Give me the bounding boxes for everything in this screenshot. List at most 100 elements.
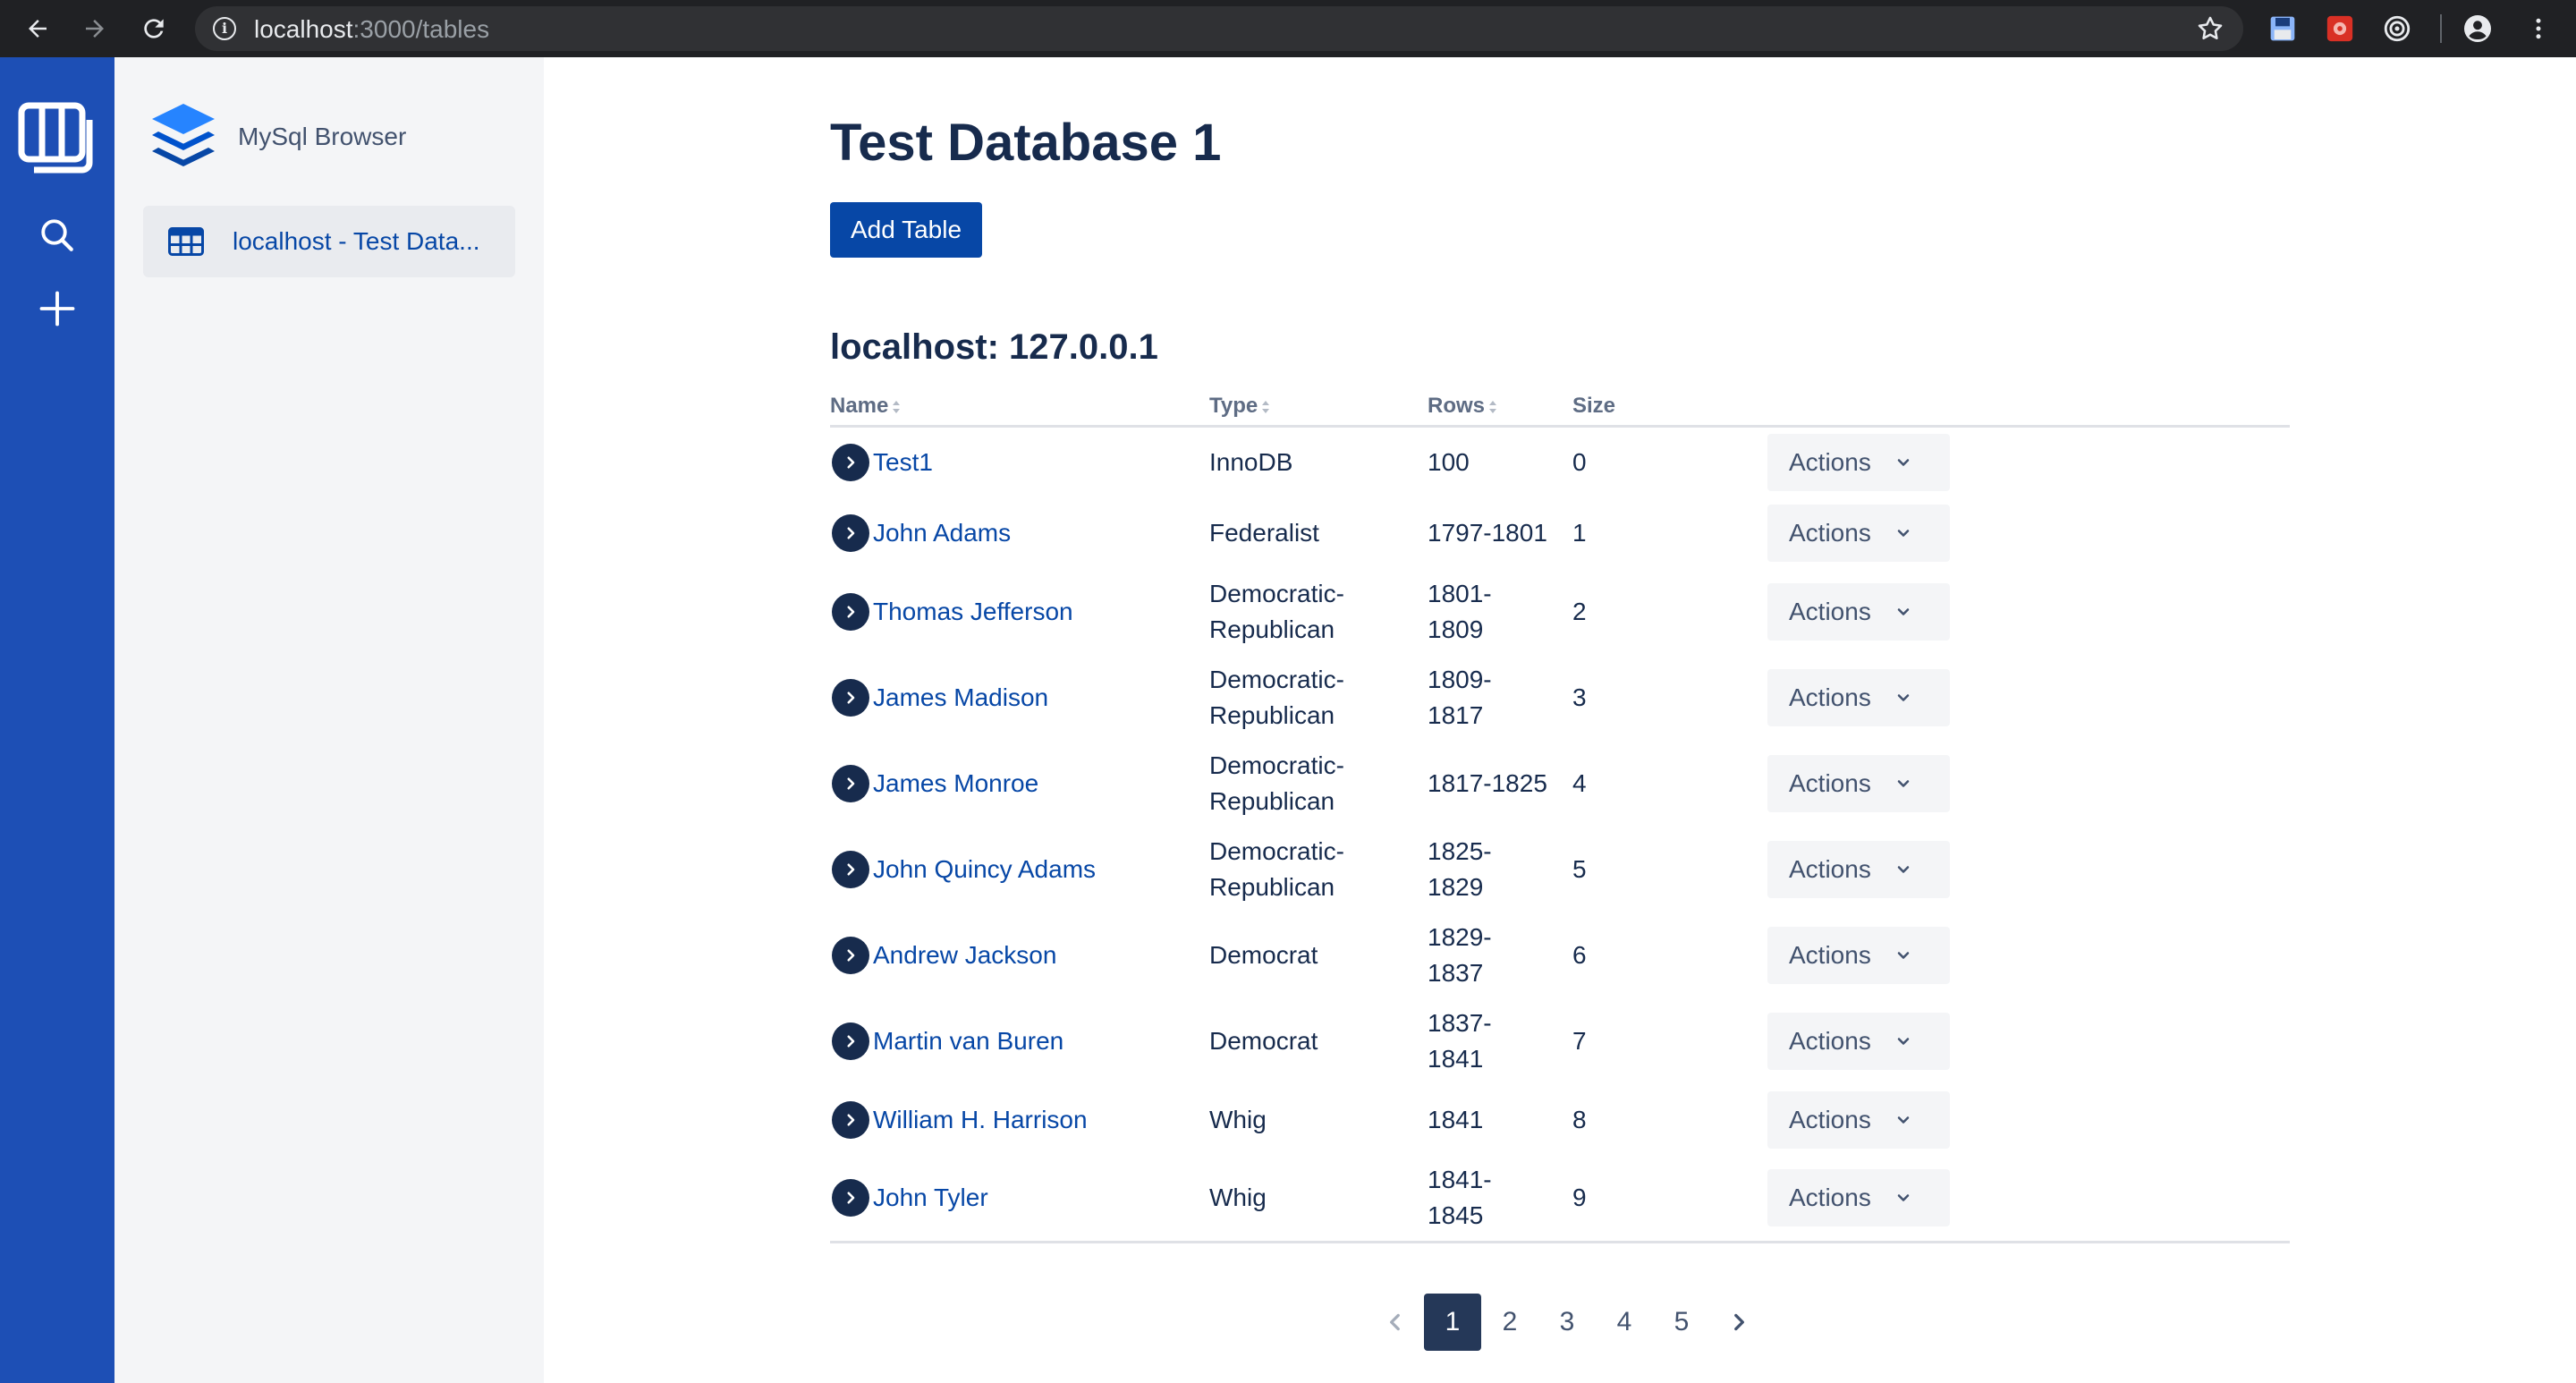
table-size: 2 — [1572, 598, 1587, 625]
main-content: Test Database 1 Add Table localhost: 127… — [544, 57, 2576, 1383]
table-rows-line: 100 — [1428, 447, 1470, 476]
toolbar-divider — [2440, 14, 2442, 43]
table-name-link[interactable]: John Adams — [873, 515, 1011, 551]
red-extension-icon[interactable] — [2320, 9, 2360, 48]
column-header-type[interactable]: Type — [1209, 388, 1428, 428]
actions-label: Actions — [1789, 1027, 1871, 1055]
app-rail — [0, 57, 114, 1383]
expand-row-icon[interactable] — [832, 593, 869, 631]
table-size: 8 — [1572, 1106, 1587, 1133]
table-size: 7 — [1572, 1027, 1587, 1055]
save-extension-icon[interactable] — [2263, 9, 2302, 48]
table-name-link[interactable]: Andrew Jackson — [873, 938, 1056, 973]
page-button-3[interactable]: 3 — [1538, 1294, 1596, 1351]
page-button-4[interactable]: 4 — [1596, 1294, 1653, 1351]
expand-row-icon[interactable] — [832, 1101, 869, 1139]
expand-row-icon[interactable] — [832, 1022, 869, 1060]
chevron-down-icon — [1897, 866, 1910, 873]
page-button-2[interactable]: 2 — [1481, 1294, 1538, 1351]
table-type-line: Republican — [1209, 615, 1335, 643]
forward-icon[interactable] — [73, 7, 116, 50]
create-icon[interactable] — [0, 290, 114, 327]
actions-dropdown-button[interactable]: Actions — [1767, 1013, 1950, 1070]
table-rows-line: 1829- — [1428, 923, 1492, 951]
sidebar-header: MySql Browser — [150, 102, 406, 172]
search-icon[interactable] — [0, 216, 114, 254]
table-size: 5 — [1572, 855, 1587, 883]
profile-icon[interactable] — [2458, 9, 2497, 48]
app-logo-icon[interactable] — [0, 102, 114, 175]
table-type: Federalist — [1209, 497, 1428, 569]
table-grid-icon — [168, 227, 204, 256]
column-header-size: Size — [1572, 388, 1767, 428]
table-name-link[interactable]: James Monroe — [873, 766, 1038, 802]
actions-dropdown-button[interactable]: Actions — [1767, 1169, 1950, 1227]
info-icon[interactable]: i — [213, 17, 236, 40]
table-rows-line: 1841 — [1428, 1045, 1484, 1073]
chevron-down-icon — [1897, 459, 1910, 466]
actions-dropdown-button[interactable]: Actions — [1767, 669, 1950, 726]
page-button-1[interactable]: 1 — [1424, 1294, 1481, 1351]
table-rows: 1797-1801 — [1428, 497, 1572, 569]
browser-menu-icon[interactable] — [2519, 9, 2558, 48]
actions-dropdown-button[interactable]: Actions — [1767, 583, 1950, 641]
table-rows-line: 1825- — [1428, 837, 1492, 865]
table-name-link[interactable]: Test1 — [873, 445, 933, 480]
table-header: Name Type Rows Size — [830, 388, 2290, 428]
table-type: Democratic- Republican — [1209, 827, 1428, 912]
add-table-button[interactable]: Add Table — [830, 202, 982, 258]
table-name-link[interactable]: William H. Harrison — [873, 1102, 1088, 1138]
target-extension-icon[interactable] — [2377, 9, 2417, 48]
tables-table: Name Type Rows Size Test1 InnoDB 100 0 A… — [830, 388, 2290, 1243]
actions-dropdown-button[interactable]: Actions — [1767, 1091, 1950, 1149]
actions-label: Actions — [1789, 1106, 1871, 1133]
back-icon[interactable] — [16, 7, 59, 50]
table-type-line: InnoDB — [1209, 447, 1293, 476]
table-name-link[interactable]: John Quincy Adams — [873, 852, 1096, 887]
table-name-link[interactable]: Thomas Jefferson — [873, 594, 1073, 630]
database-layers-icon — [152, 104, 215, 166]
previous-page-icon[interactable] — [1367, 1294, 1424, 1351]
actions-dropdown-button[interactable]: Actions — [1767, 755, 1950, 812]
expand-row-icon[interactable] — [832, 765, 869, 802]
sidebar-item-localhost[interactable]: localhost - Test Data... — [143, 206, 515, 277]
expand-row-icon[interactable] — [832, 851, 869, 888]
expand-row-icon[interactable] — [832, 1179, 869, 1218]
actions-dropdown-button[interactable]: Actions — [1767, 927, 1950, 984]
actions-dropdown-button[interactable]: Actions — [1767, 433, 1950, 491]
table-rows-line: 1797-1801 — [1428, 519, 1547, 547]
column-rows-label: Rows — [1428, 394, 1486, 419]
table-name-link[interactable]: John Tyler — [873, 1180, 988, 1216]
table-type-line: Democrat — [1209, 941, 1318, 969]
table-type-line: Republican — [1209, 873, 1335, 901]
column-header-rows[interactable]: Rows — [1428, 388, 1572, 428]
table-rows-line: 1809 — [1428, 615, 1484, 643]
bookmark-star-icon[interactable] — [2195, 13, 2225, 48]
table-rows-line: 1817-1825 — [1428, 769, 1547, 797]
column-header-actions — [1767, 388, 2290, 428]
browser-toolbar: i localhost:3000/tables — [0, 0, 2576, 57]
expand-row-icon[interactable] — [832, 443, 869, 481]
actions-dropdown-button[interactable]: Actions — [1767, 841, 1950, 898]
expand-row-icon[interactable] — [832, 679, 869, 717]
address-bar[interactable]: i localhost:3000/tables — [195, 6, 2243, 51]
actions-label: Actions — [1789, 598, 1871, 625]
actions-label: Actions — [1789, 447, 1871, 476]
expand-row-icon[interactable] — [832, 514, 869, 552]
next-page-icon[interactable] — [1710, 1294, 1767, 1351]
table-row: John Quincy Adams Democratic- Republican … — [830, 827, 2290, 912]
column-header-name[interactable]: Name — [830, 388, 1209, 428]
expand-row-icon[interactable] — [832, 937, 869, 974]
actions-label: Actions — [1789, 855, 1871, 883]
reload-icon[interactable] — [132, 7, 175, 50]
table-type: Democrat — [1209, 912, 1428, 998]
connection-title: localhost: 127.0.0.1 — [830, 327, 1158, 367]
actions-dropdown-button[interactable]: Actions — [1767, 505, 1950, 562]
table-rows-line: 1829 — [1428, 873, 1484, 901]
table-name-link[interactable]: Martin van Buren — [873, 1023, 1063, 1059]
table-row: John Adams Federalist 1797-1801 1 Action… — [830, 497, 2290, 569]
page-button-5[interactable]: 5 — [1653, 1294, 1710, 1351]
table-type: Democratic- Republican — [1209, 655, 1428, 741]
table-name-link[interactable]: James Madison — [873, 680, 1048, 716]
table-type: InnoDB — [1209, 426, 1428, 497]
